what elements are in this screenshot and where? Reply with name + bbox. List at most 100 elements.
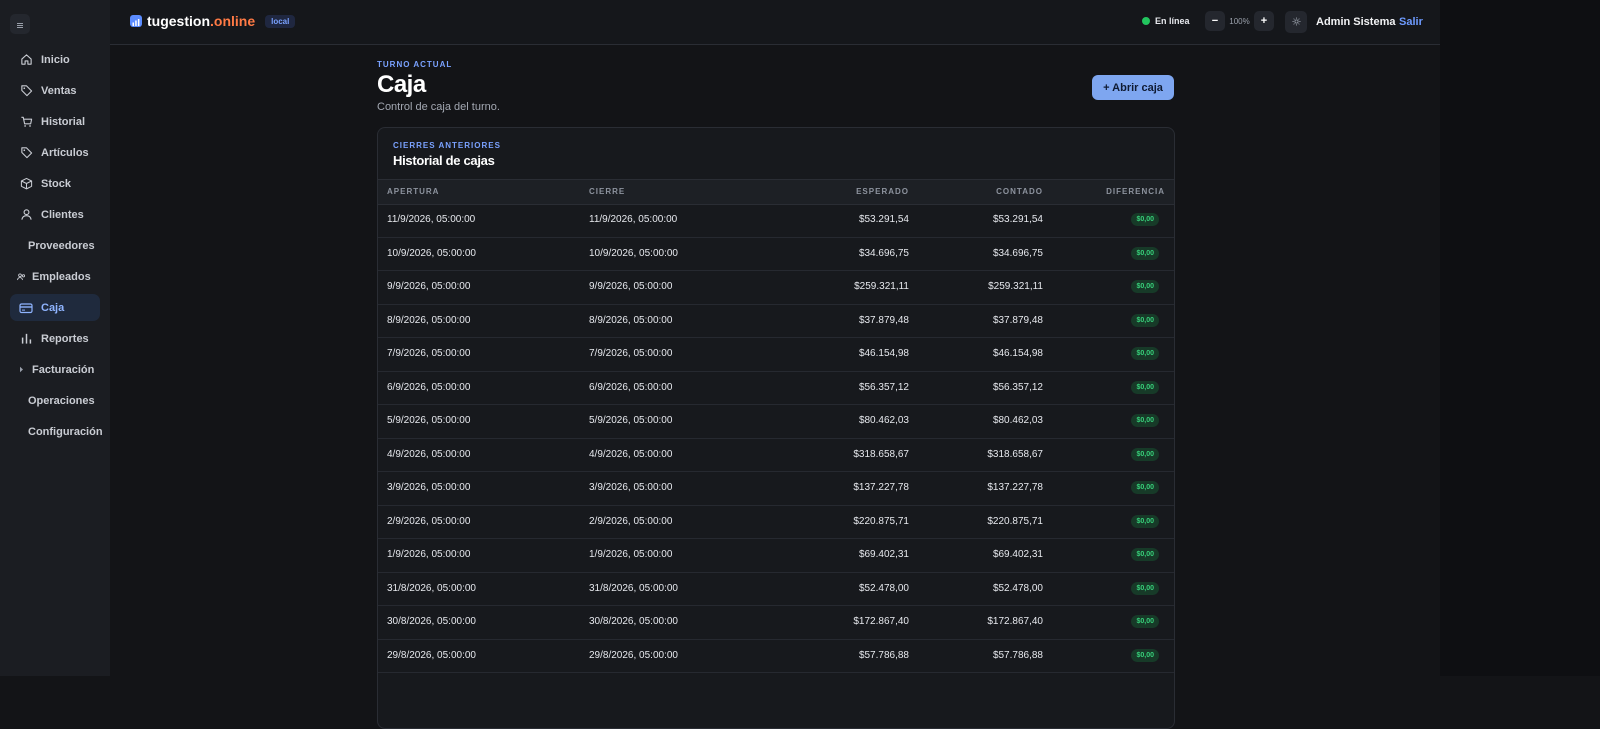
contado-cell: $220.875,71 xyxy=(987,515,1043,527)
apertura-cell: 2/9/2026, 05:00:00 xyxy=(387,515,471,527)
cierre-cell: 31/8/2026, 05:00:00 xyxy=(589,582,678,594)
apertura-cell: 5/9/2026, 05:00:00 xyxy=(387,415,471,426)
difference-badge: $0,00 xyxy=(1131,447,1159,461)
cierre-cell: 9/9/2026, 05:00:00 xyxy=(589,281,673,292)
sidebar-item-ventas[interactable]: Ventas xyxy=(10,77,100,104)
difference-badge: $0,00 xyxy=(1131,246,1159,260)
difference-badge: $0,00 xyxy=(1131,380,1159,394)
difference-badge: $0,00 xyxy=(1131,514,1159,528)
connection-status-label: En línea xyxy=(1155,16,1190,26)
column-header-esperado[interactable]: ESPERADO xyxy=(856,187,909,196)
tag-icon xyxy=(19,146,33,160)
table-row[interactable]: 29/8/2026, 05:00:00 29/8/2026, 05:00:00 $5… xyxy=(378,640,1174,673)
contado-cell: $318.658,67 xyxy=(987,448,1043,460)
page-title: Caja xyxy=(377,71,426,98)
esperado-cell: $137.227,78 xyxy=(853,482,909,493)
app-window: Inicio Ventas Historial Artículos Stock … xyxy=(0,0,1440,729)
apertura-cell: 7/9/2026, 05:00:00 xyxy=(387,348,471,359)
column-header-apertura[interactable]: APERTURA xyxy=(387,187,439,196)
contado-cell: $57.786,88 xyxy=(992,649,1043,661)
contado-cell: $34.696,75 xyxy=(992,247,1043,259)
difference-badge: $0,00 xyxy=(1131,581,1159,595)
box-icon xyxy=(19,177,33,191)
table-row[interactable]: 11/9/2026, 05:00:00 11/9/2026, 05:00:00 $5… xyxy=(378,204,1174,238)
difference-badge: $0,00 xyxy=(1131,280,1159,293)
table-row[interactable]: 5/9/2026, 05:00:00 5/9/2026, 05:00:00 $80.… xyxy=(378,405,1174,439)
zoom-control: − 100% + xyxy=(1205,11,1274,31)
esperado-cell: $56.357,12 xyxy=(858,381,909,393)
cierre-cell: 6/9/2026, 05:00:00 xyxy=(589,381,673,393)
brand[interactable]: tugestion .online local xyxy=(130,13,296,29)
cierre-cell: 5/9/2026, 05:00:00 xyxy=(589,415,673,426)
sidebar-item-label: Facturación xyxy=(32,363,95,376)
cierre-cell: 3/9/2026, 05:00:00 xyxy=(589,482,673,493)
table-row[interactable]: 10/9/2026, 05:00:00 10/9/2026, 05:00:00 $3… xyxy=(378,238,1174,271)
apertura-cell: 9/9/2026, 05:00:00 xyxy=(387,281,471,292)
column-header-cierre[interactable]: CIERRE xyxy=(589,187,625,196)
table-row[interactable]: 1/9/2026, 05:00:00 1/9/2026, 05:00:00 $69.… xyxy=(378,539,1174,573)
card-eyebrow: CIERRES ANTERIORES xyxy=(393,141,501,150)
contado-cell: $80.462,03 xyxy=(992,415,1043,426)
cierre-cell: 8/9/2026, 05:00:00 xyxy=(589,314,673,326)
contado-cell: $69.402,31 xyxy=(992,549,1043,560)
sidebar-item-inicio[interactable]: Inicio xyxy=(10,46,100,73)
user-name[interactable]: Admin Sistema xyxy=(1316,16,1395,28)
page-subtitle: Control de caja del turno. xyxy=(377,101,500,113)
table-row[interactable]: 8/9/2026, 05:00:00 8/9/2026, 05:00:00 $37.… xyxy=(378,305,1174,338)
logout-link[interactable]: Salir xyxy=(1399,16,1423,28)
apertura-cell: 29/8/2026, 05:00:00 xyxy=(387,649,476,661)
sidebar-item-articulos[interactable]: Artículos xyxy=(10,139,100,166)
sidebar-item-label: Proveedores xyxy=(28,239,95,252)
sidebar-item-configuracion[interactable]: Configuración xyxy=(10,418,103,445)
sidebar-item-facturacion[interactable]: Facturación xyxy=(10,356,100,383)
home-icon xyxy=(19,53,33,67)
column-header-contado[interactable]: CONTADO xyxy=(996,187,1043,196)
contado-cell: $259.321,11 xyxy=(988,281,1043,292)
open-register-button[interactable]: + Abrir caja xyxy=(1092,75,1174,100)
table-row[interactable]: 2/9/2026, 05:00:00 2/9/2026, 05:00:00 $220… xyxy=(378,506,1174,539)
chevron-right-icon xyxy=(16,363,26,377)
zoom-in-button[interactable]: + xyxy=(1254,11,1274,31)
sidebar-nav: Inicio Ventas Historial Artículos Stock … xyxy=(10,46,103,449)
esperado-cell: $57.786,88 xyxy=(858,649,909,661)
sidebar-item-caja[interactable]: Caja xyxy=(10,294,100,321)
table-row[interactable]: 4/9/2026, 05:00:00 4/9/2026, 05:00:00 $318… xyxy=(378,439,1174,472)
difference-badge: $0,00 xyxy=(1131,313,1159,327)
theme-toggle-button[interactable] xyxy=(1285,11,1307,33)
cierre-cell: 7/9/2026, 05:00:00 xyxy=(589,348,673,359)
sidebar-item-historial[interactable]: Historial xyxy=(10,108,100,135)
table-row[interactable]: 3/9/2026, 05:00:00 3/9/2026, 05:00:00 $137… xyxy=(378,472,1174,506)
esperado-cell: $318.658,67 xyxy=(853,448,909,460)
sidebar-item-stock[interactable]: Stock xyxy=(10,170,100,197)
table-row[interactable]: 6/9/2026, 05:00:00 6/9/2026, 05:00:00 $56.… xyxy=(378,372,1174,405)
column-header-diferencia[interactable]: DIFERENCIA xyxy=(1106,187,1165,196)
sidebar-item-label: Operaciones xyxy=(28,394,95,407)
zoom-out-button[interactable]: − xyxy=(1205,11,1225,31)
history-card: CIERRES ANTERIORES Historial de cajas AP… xyxy=(377,127,1175,729)
sidebar-item-proveedores[interactable]: Proveedores xyxy=(10,232,100,259)
table-row[interactable]: 7/9/2026, 05:00:00 7/9/2026, 05:00:00 $46.… xyxy=(378,338,1174,372)
esperado-cell: $52.478,00 xyxy=(858,582,909,594)
table-row[interactable]: 30/8/2026, 05:00:00 30/8/2026, 05:00:00 $1… xyxy=(378,606,1174,640)
difference-badge: $0,00 xyxy=(1131,615,1159,628)
sidebar-item-clientes[interactable]: Clientes xyxy=(10,201,100,228)
cierre-cell: 10/9/2026, 05:00:00 xyxy=(589,247,678,259)
contado-cell: $37.879,48 xyxy=(992,314,1043,326)
cierre-cell: 2/9/2026, 05:00:00 xyxy=(589,515,673,527)
sidebar-item-empleados[interactable]: Empleados xyxy=(10,263,100,290)
zoom-level: 100% xyxy=(1229,16,1250,26)
sidebar-item-label: Historial xyxy=(41,115,86,128)
sidebar-toggle-button[interactable] xyxy=(10,14,30,34)
sidebar-item-reportes[interactable]: Reportes xyxy=(10,325,100,352)
users-icon xyxy=(16,270,26,284)
sidebar-item-label: Stock xyxy=(41,177,71,190)
sidebar-item-operaciones[interactable]: Operaciones xyxy=(10,387,100,414)
connection-status: En línea xyxy=(1142,16,1190,26)
table-row[interactable]: 31/8/2026, 05:00:00 31/8/2026, 05:00:00 $5… xyxy=(378,573,1174,606)
contado-cell: $52.478,00 xyxy=(992,582,1043,594)
table-row[interactable]: 9/9/2026, 05:00:00 9/9/2026, 05:00:00 $259… xyxy=(378,271,1174,305)
apertura-cell: 4/9/2026, 05:00:00 xyxy=(387,448,471,460)
esperado-cell: $34.696,75 xyxy=(858,247,909,259)
sidebar-item-label: Inicio xyxy=(41,53,70,66)
sidebar-item-label: Caja xyxy=(41,301,65,314)
